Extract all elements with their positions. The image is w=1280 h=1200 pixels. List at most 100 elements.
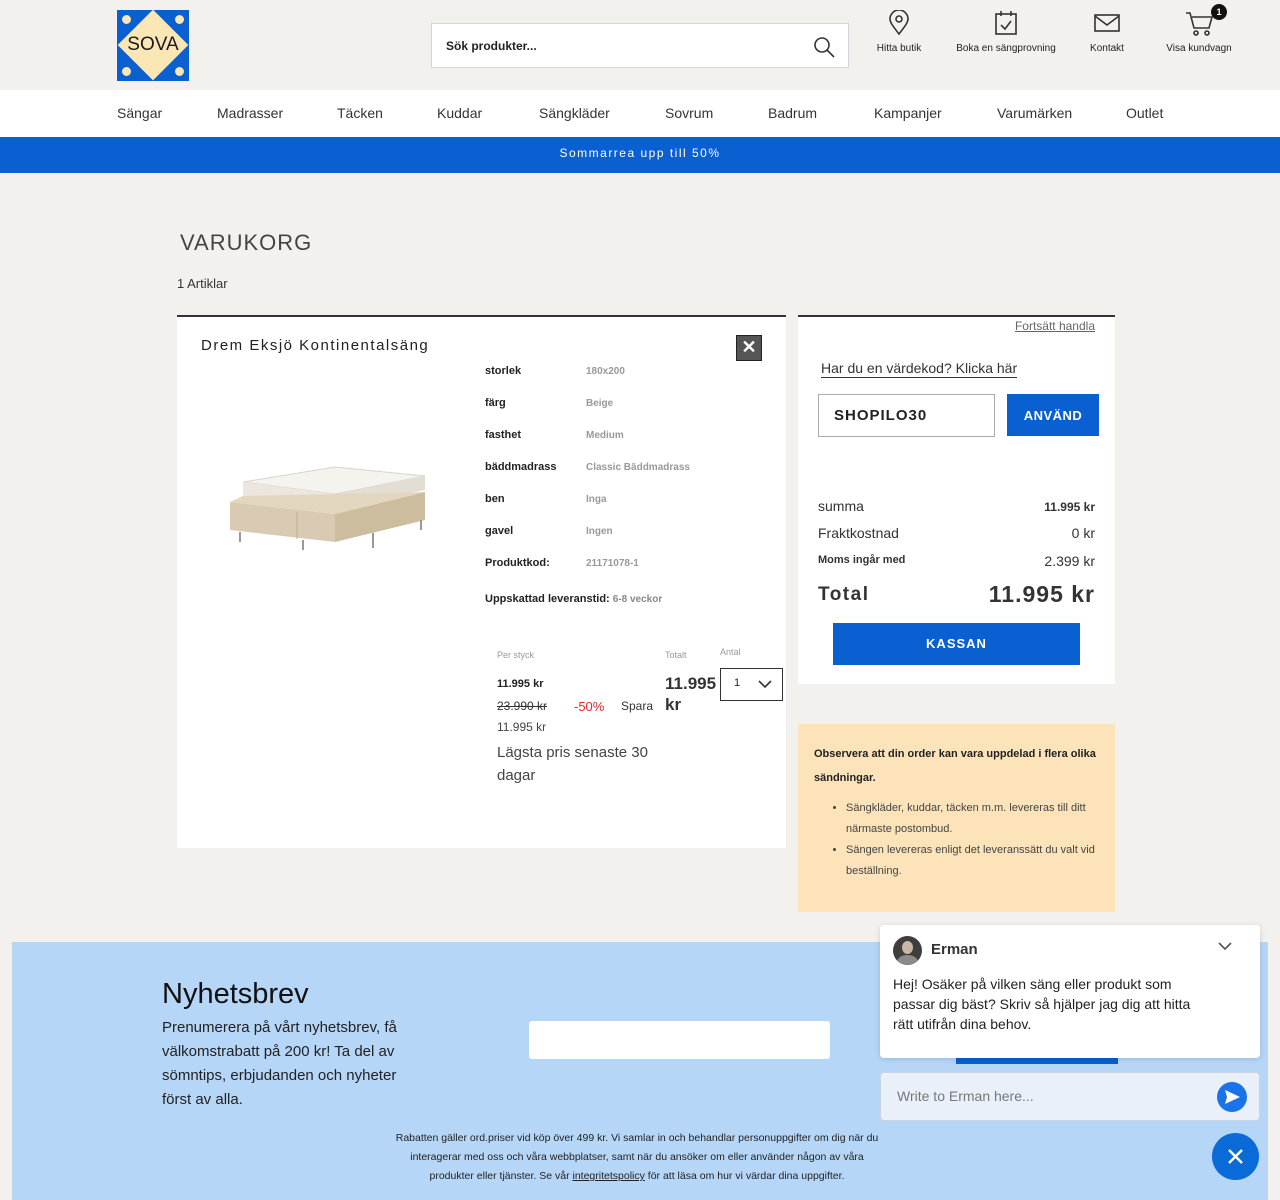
book-trial-link[interactable]: Boka en sängprovning: [950, 10, 1062, 54]
attr-label-headboard: gavel: [485, 525, 514, 537]
page-title: VARUKORG: [180, 230, 313, 255]
chevron-down-icon: [758, 680, 772, 689]
sova-logo[interactable]: SOVA: [117, 10, 189, 81]
newsletter-title: Nyhetsbrev: [162, 978, 309, 1010]
lowest-price-note: Lägsta pris senaste 30 dagar: [497, 744, 648, 784]
newsletter-text: Prenumerera på vårt nyhetsbrev, få välko…: [162, 1019, 397, 1108]
contact-label: Kontakt: [1090, 43, 1124, 54]
attr-value-color: Beige: [586, 398, 614, 409]
nav-item-outlet[interactable]: Outlet: [1126, 105, 1163, 121]
subtotal-label: summa: [818, 498, 864, 514]
newsletter-legal: Rabatten gäller ord.priser vid köp över …: [387, 1129, 887, 1186]
mail-icon: [1094, 14, 1120, 32]
legal-text-end: för att läsa om hur vi värdar dina uppgi…: [647, 1170, 845, 1182]
chat-message: Hej! Osäker på vilken säng eller produkt…: [893, 976, 1191, 1032]
logo-moon-icon: [175, 15, 184, 24]
avatar-body: [897, 955, 918, 965]
checkout-button[interactable]: KASSAN: [833, 623, 1080, 665]
nav-item-kampanjer[interactable]: Kampanjer: [874, 105, 942, 121]
vat-value: 2.399 kr: [1044, 553, 1095, 569]
attr-label-legs: ben: [485, 493, 505, 505]
cart-item: Drem Eksjö Kontinentalsäng ✕ storlek 180…: [177, 315, 786, 848]
attr-label-size: storlek: [485, 365, 522, 377]
chat-message-input[interactable]: [897, 1084, 1197, 1108]
apply-voucher-button[interactable]: ANVÄND: [1007, 394, 1099, 436]
delivery-label: Uppskattad leveranstid:: [485, 593, 610, 605]
newsletter-email-input[interactable]: [529, 1021, 830, 1059]
quantity-select[interactable]: 1: [720, 668, 783, 701]
voucher-code-input[interactable]: [818, 394, 995, 437]
total-heading: Totalt: [665, 650, 687, 660]
total-label: Total: [818, 584, 870, 605]
avatar: [893, 936, 922, 965]
book-trial-label: Boka en sängprovning: [956, 43, 1056, 54]
save-amount: 11.995 kr: [497, 720, 547, 734]
attr-value-product-code: 21171078-1: [586, 558, 639, 569]
price-original: 23.990 kr: [497, 699, 548, 713]
chat-input-box: [880, 1072, 1260, 1121]
cart-link[interactable]: 1 Visa kundvagn: [1160, 4, 1238, 54]
search-icon[interactable]: [812, 35, 836, 59]
notice-item: Sängkläder, kuddar, täcken m.m. leverera…: [846, 798, 1099, 840]
cart-count-badge: 1: [1211, 4, 1227, 20]
nav-item-sovrum[interactable]: Sovrum: [665, 105, 713, 121]
nav-item-madrasser[interactable]: Madrasser: [217, 105, 283, 121]
product-name[interactable]: Drem Eksjö Kontinentalsäng: [201, 337, 429, 354]
attr-value-firmness: Medium: [586, 430, 624, 441]
remove-item-button[interactable]: ✕: [736, 335, 762, 361]
location-pin-icon: [889, 10, 909, 36]
attr-label-topper: bäddmadrass: [485, 461, 557, 473]
notice-list: Sängkläder, kuddar, täcken m.m. leverera…: [814, 798, 1099, 882]
chat-agent-name: Erman: [931, 941, 978, 958]
nav-item-varumarken[interactable]: Varumärken: [997, 105, 1072, 121]
nav-item-sangklader[interactable]: Sängkläder: [539, 105, 610, 121]
close-icon: ✕: [741, 337, 757, 357]
nav-item-tacken[interactable]: Täcken: [337, 105, 383, 121]
price-current: 11.995 kr: [497, 678, 544, 690]
item-count: 1 Artiklar: [177, 276, 228, 291]
chevron-down-icon[interactable]: [1218, 941, 1232, 951]
privacy-policy-link[interactable]: integritetspolicy: [573, 1170, 645, 1182]
contact-link[interactable]: Kontakt: [1082, 10, 1132, 54]
attr-value-legs: Inga: [586, 494, 607, 505]
close-icon: [1228, 1149, 1243, 1164]
attr-value-topper: Classic Bäddmadrass: [586, 462, 690, 473]
save-label: Spara: [621, 699, 654, 713]
continue-shopping-link[interactable]: Fortsätt handla: [1015, 319, 1095, 333]
quantity-value: 1: [734, 677, 741, 689]
cart-label: Visa kundvagn: [1166, 43, 1232, 54]
notice-heading: Observera att din order kan vara uppdela…: [814, 748, 1096, 784]
promo-banner[interactable]: Sommarrea upp till 50%: [0, 137, 1280, 173]
send-icon: [1225, 1090, 1240, 1104]
voucher-link[interactable]: Har du en värdekod? Klicka här: [821, 360, 1018, 378]
find-store-link[interactable]: Hitta butik: [870, 10, 928, 54]
delivery-estimate: Uppskattad leveranstid: 6-8 veckor: [485, 593, 662, 605]
logo-text: SOVA: [127, 34, 179, 55]
send-button[interactable]: [1217, 1082, 1247, 1112]
shopping-cart-icon: [1186, 12, 1213, 36]
nav-item-sangar[interactable]: Sängar: [117, 105, 162, 121]
notice-item: Sängen levereras enligt det leveranssätt…: [846, 840, 1099, 882]
logo-moon-icon: [122, 67, 131, 76]
subtotal-value: 11.995 kr: [1044, 500, 1095, 514]
per-item-heading: Per styck: [497, 650, 535, 660]
shipping-label: Fraktkostnad: [818, 525, 899, 541]
search-input[interactable]: [446, 34, 806, 58]
attr-value-headboard: Ingen: [586, 526, 613, 537]
total-value: 11.995 kr: [988, 581, 1095, 607]
find-store-label: Hitta butik: [876, 43, 922, 54]
calendar-check-icon: [995, 11, 1017, 35]
discount-badge: -50%: [574, 699, 605, 714]
newsletter-subscribe-button[interactable]: [956, 1057, 1118, 1064]
vat-label: Moms ingår med: [818, 554, 906, 566]
attr-label-color: färg: [485, 397, 506, 409]
logo-moon-icon: [122, 15, 131, 24]
main-nav: Sängar Madrasser Täcken Kuddar Sängkläde…: [0, 90, 1280, 137]
line-total: 11.995 kr: [665, 674, 717, 714]
nav-item-kuddar[interactable]: Kuddar: [437, 105, 482, 121]
product-image[interactable]: [225, 462, 435, 557]
nav-item-badrum[interactable]: Badrum: [768, 105, 817, 121]
search-bar: [431, 23, 849, 68]
shipping-notice: Observera att din order kan vara uppdela…: [798, 724, 1115, 912]
chat-close-button[interactable]: [1212, 1133, 1259, 1180]
